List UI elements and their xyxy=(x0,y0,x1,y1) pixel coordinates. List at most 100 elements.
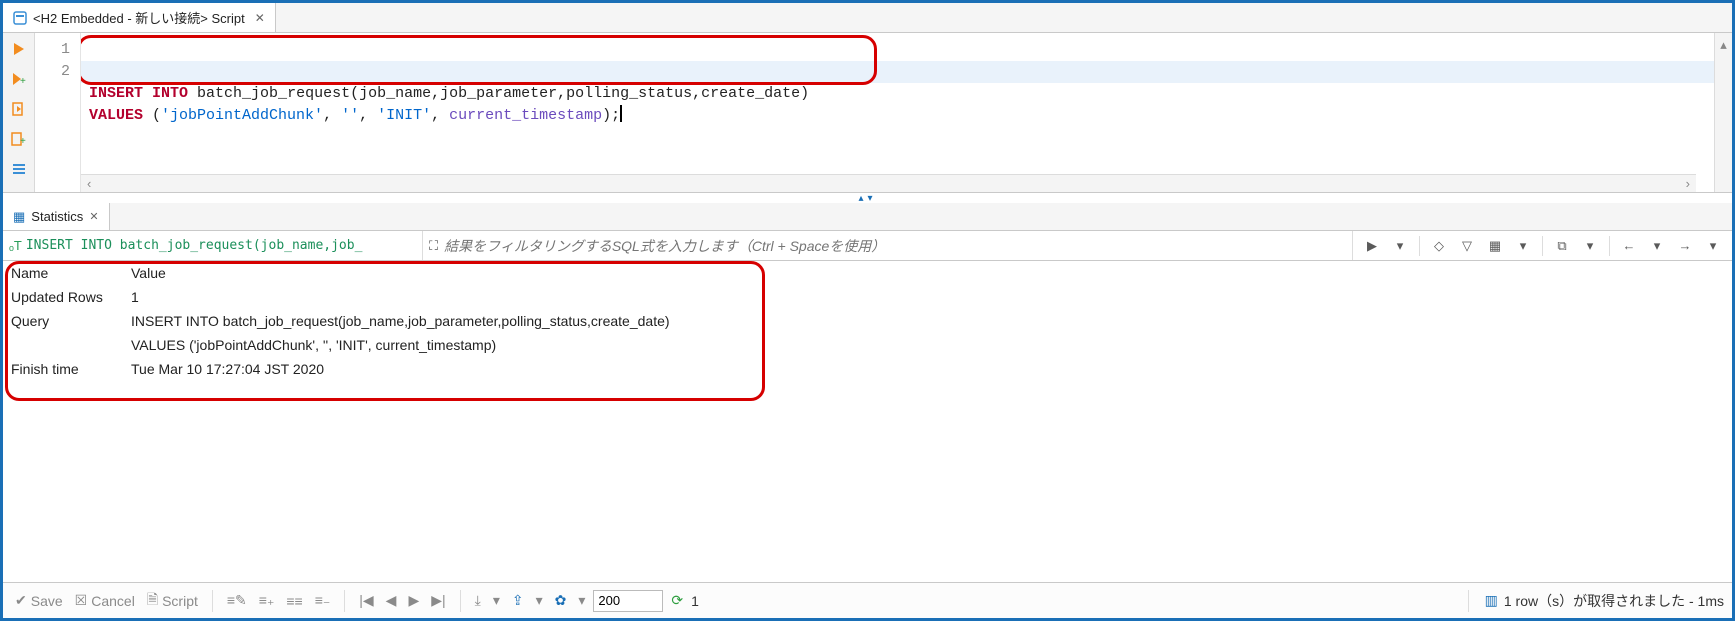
pane-divider[interactable]: ▴▾ xyxy=(3,193,1732,203)
sql-keyword: INSERT xyxy=(89,85,143,102)
stats-tab-title: Statistics xyxy=(31,209,83,224)
table-row: Query INSERT INTO batch_job_request(job_… xyxy=(3,309,678,333)
horizontal-scrollbar[interactable]: ‹ › xyxy=(81,174,1696,192)
nav-last-icon[interactable]: ▶| xyxy=(427,592,449,609)
sql-string: 'jobPointAddChunk' xyxy=(161,107,323,124)
table-row: Updated Rows 1 xyxy=(3,285,678,309)
nav-back-dropdown-icon[interactable]: ▾ xyxy=(1646,235,1668,257)
sql-function: current_timestamp xyxy=(449,107,602,124)
close-icon[interactable]: ✕ xyxy=(251,11,265,25)
sql-string: 'INIT' xyxy=(377,107,431,124)
eraser-icon[interactable]: ◇ xyxy=(1428,235,1450,257)
filter-funnel-icon[interactable]: ▽ xyxy=(1456,235,1478,257)
table-row: Finish time Tue Mar 10 17:27:04 JST 2020 xyxy=(3,357,678,381)
stat-value: 1 xyxy=(123,285,678,309)
statistics-panel: Name Value Updated Rows 1 Query INSERT I… xyxy=(3,261,1732,582)
gear-icon[interactable]: ✿ xyxy=(551,592,571,609)
editor-left-toolbar: + + xyxy=(3,33,35,192)
editor-tab[interactable]: <H2 Embedded - 新しい接続> Script ✕ xyxy=(3,3,276,32)
gear-dropdown-icon[interactable]: ▾ xyxy=(574,592,589,609)
stat-name: Updated Rows xyxy=(3,285,123,309)
code-area[interactable]: INSERT INTO batch_job_request(job_name,j… xyxy=(81,33,1714,192)
refresh-count: 1 xyxy=(691,593,699,609)
sql-text: batch_job_request(job_name,job_parameter… xyxy=(188,85,809,102)
sql-text-icon: ₒT xyxy=(9,238,22,253)
record-dropdown-icon[interactable]: ▾ xyxy=(1579,235,1601,257)
edit-dup-icon[interactable]: ≡≡ xyxy=(282,593,306,609)
results-filter-bar: ₒT INSERT INTO batch_job_request(job_nam… xyxy=(3,231,1732,261)
sql-editor-area: + + 1 2 INSERT INTO batch_job_request(jo… xyxy=(3,33,1732,193)
stat-value: Tue Mar 10 17:27:04 JST 2020 xyxy=(123,357,678,381)
stat-value: VALUES ('jobPointAddChunk', '', 'INIT', … xyxy=(123,333,678,357)
edit-icon-1[interactable]: ≡✎ xyxy=(223,592,251,609)
panel-dropdown-icon[interactable]: ▾ xyxy=(1512,235,1534,257)
vertical-scrollbar[interactable]: ▴ xyxy=(1714,33,1732,192)
editor-tab-title: <H2 Embedded - 新しい接続> Script xyxy=(33,8,245,27)
stat-name: Query xyxy=(3,309,123,333)
edit-icon-2[interactable]: ≡₊ xyxy=(255,592,279,609)
scroll-right-icon[interactable]: › xyxy=(1686,176,1690,191)
nav-back-icon[interactable]: ← xyxy=(1618,235,1640,257)
import-icon[interactable]: ⇪ xyxy=(508,592,528,609)
execute-script-new-icon[interactable]: + xyxy=(9,129,29,149)
table-header-row: Name Value xyxy=(3,261,678,285)
dropdown-icon[interactable]: ▾ xyxy=(1389,235,1411,257)
stat-name xyxy=(3,333,123,357)
query-summary[interactable]: ₒT INSERT INTO batch_job_request(job_nam… xyxy=(3,231,423,260)
scroll-up-icon[interactable]: ▴ xyxy=(1720,37,1727,53)
explain-plan-icon[interactable] xyxy=(9,159,29,179)
execute-new-icon[interactable]: + xyxy=(9,69,29,89)
play-icon[interactable]: ▶ xyxy=(1361,235,1383,257)
save-button[interactable]: ✔ Save xyxy=(11,592,67,609)
col-name-header: Name xyxy=(3,261,123,285)
import-dropdown-icon[interactable]: ▾ xyxy=(532,592,547,609)
scroll-left-icon[interactable]: ‹ xyxy=(87,176,91,191)
sql-file-icon xyxy=(13,11,27,25)
filter-input[interactable] xyxy=(444,238,1346,254)
line-number: 2 xyxy=(35,61,80,83)
tab-statistics[interactable]: ▦ Statistics ✕ xyxy=(3,203,110,230)
nav-forward-icon[interactable]: → xyxy=(1674,235,1696,257)
save-icon: ✔ xyxy=(15,592,27,609)
edit-del-icon[interactable]: ≡₋ xyxy=(311,592,335,609)
script-icon: 🗎 xyxy=(147,589,158,613)
svg-text:+: + xyxy=(20,76,26,86)
grid-icon: ▦ xyxy=(13,209,25,225)
editor-tab-bar: <H2 Embedded - 新しい接続> Script ✕ xyxy=(3,3,1732,33)
record-mode-icon[interactable]: ⧉ xyxy=(1551,235,1573,257)
svg-text:+: + xyxy=(20,136,26,146)
query-snippet: INSERT INTO batch_job_request(job_name,j… xyxy=(26,238,363,253)
sql-string: '' xyxy=(341,107,359,124)
export-dropdown-icon[interactable]: ▾ xyxy=(489,592,504,609)
stat-name: Finish time xyxy=(3,357,123,381)
results-toolbar: ▶ ▾ ◇ ▽ ▦ ▾ ⧉ ▾ ← ▾ → ▾ xyxy=(1353,231,1732,260)
stat-value: INSERT INTO batch_job_request(job_name,j… xyxy=(123,309,678,333)
fetch-size-input[interactable] xyxy=(593,590,663,612)
statistics-table: Name Value Updated Rows 1 Query INSERT I… xyxy=(3,261,678,381)
nav-first-icon[interactable]: |◀ xyxy=(355,592,377,609)
table-row: VALUES ('jobPointAddChunk', '', 'INIT', … xyxy=(3,333,678,357)
export-icon[interactable]: ⤓ xyxy=(471,592,485,609)
col-value-header: Value xyxy=(123,261,678,285)
script-button[interactable]: 🗎 Script xyxy=(143,589,202,613)
rows-icon: ▥ xyxy=(1485,592,1498,609)
nav-next-icon[interactable]: ▶ xyxy=(404,592,423,609)
results-tab-bar: ▦ Statistics ✕ xyxy=(3,203,1732,231)
status-message: 1 row（s）が取得されました - 1ms xyxy=(1504,591,1724,611)
close-icon[interactable]: ✕ xyxy=(89,210,98,223)
line-number: 1 xyxy=(35,39,80,61)
status-bar: ✔ Save ☒ Cancel 🗎 Script ≡✎ ≡₊ ≡≡ ≡₋ |◀ … xyxy=(3,582,1732,618)
sql-keyword: INTO xyxy=(152,85,188,102)
execute-script-icon[interactable] xyxy=(9,99,29,119)
nav-forward-dropdown-icon[interactable]: ▾ xyxy=(1702,235,1724,257)
cancel-icon: ☒ xyxy=(75,592,88,609)
nav-prev-icon[interactable]: ◀ xyxy=(382,592,401,609)
expand-icon[interactable]: ⛶ xyxy=(429,238,438,254)
execute-icon[interactable] xyxy=(9,39,29,59)
cancel-button[interactable]: ☒ Cancel xyxy=(71,592,139,609)
sql-keyword: VALUES xyxy=(89,107,143,124)
line-number-gutter: 1 2 xyxy=(35,33,81,192)
panels-icon[interactable]: ▦ xyxy=(1484,235,1506,257)
refresh-icon[interactable]: ⟳ xyxy=(667,592,687,609)
text-cursor xyxy=(620,105,622,122)
